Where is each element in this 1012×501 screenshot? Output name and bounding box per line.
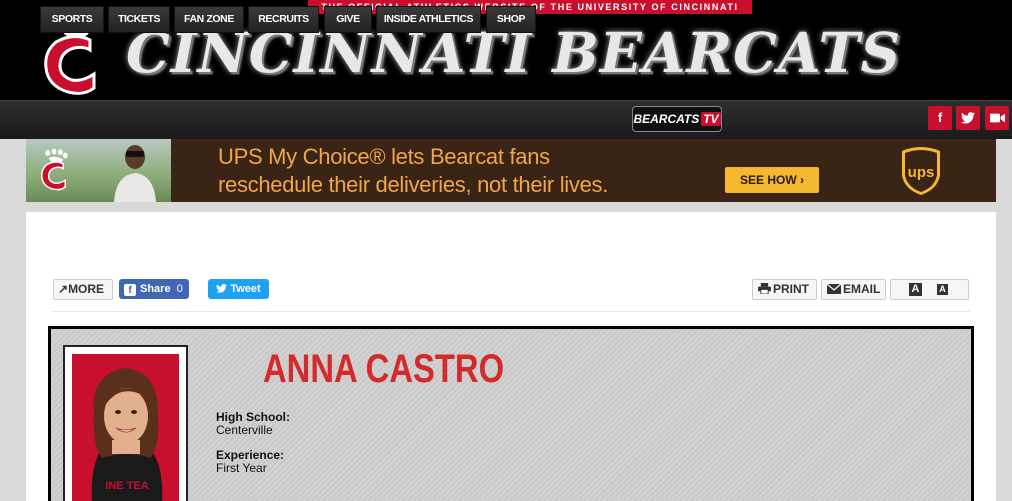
tv-label: TV	[701, 112, 721, 126]
nav-item-sports[interactable]: SPORTS	[40, 6, 104, 33]
envelope-icon	[826, 283, 842, 294]
main-nav	[0, 100, 1012, 139]
twitter-icon	[216, 283, 228, 293]
nav-item-inside-athletics[interactable]: INSIDE ATHLETICS	[376, 6, 481, 33]
high-school-label: High School:	[216, 410, 290, 424]
see-how-button[interactable]: SEE HOW ›	[725, 167, 819, 193]
share-arrow-icon: ↗	[58, 282, 69, 296]
toolbar-divider	[52, 311, 970, 312]
player-name: ANNA CASTRO	[263, 347, 505, 391]
email-button[interactable]: EMAIL	[821, 279, 886, 300]
player-photo: INE TEA	[72, 354, 179, 501]
player-photo-frame: INE TEA	[63, 345, 188, 501]
share-label: Share	[140, 283, 171, 295]
print-button[interactable]: PRINT	[752, 279, 817, 300]
nav-item-tickets[interactable]: TICKETS	[108, 6, 170, 33]
ad-c-logo-icon	[41, 148, 68, 191]
ad-line-1: UPS My Choice® lets Bearcat fans	[218, 144, 550, 169]
font-increase-button[interactable]: A	[909, 283, 922, 296]
high-school-value: Centerville	[216, 423, 273, 437]
bearcats-tv-label: BEARCATS	[633, 112, 700, 126]
ups-ad-banner[interactable]: UPS My Choice® lets Bearcat fans resched…	[26, 139, 996, 202]
print-label: PRINT	[773, 282, 809, 296]
more-button[interactable]: ↗MORE	[53, 279, 113, 300]
font-size-controls: A A	[890, 279, 969, 300]
twitter-icon[interactable]	[956, 106, 980, 130]
nav-item-recruits[interactable]: RECRUITS	[248, 6, 319, 33]
video-camera-icon[interactable]	[985, 106, 1009, 130]
font-decrease-button[interactable]: A	[937, 284, 948, 295]
nav-item-give[interactable]: GIVE	[324, 6, 372, 33]
nav-item-shop[interactable]: SHOP	[486, 6, 536, 33]
facebook-share-button[interactable]: f Share 0	[119, 279, 189, 299]
share-count: 0	[176, 283, 183, 295]
experience-label: Experience:	[216, 448, 285, 462]
ad-text: UPS My Choice® lets Bearcat fans resched…	[218, 143, 608, 199]
facebook-icon[interactable]: f	[928, 106, 952, 130]
tweet-button[interactable]: Tweet	[208, 279, 269, 299]
svg-text:ups: ups	[908, 164, 935, 181]
nav-item-fan-zone[interactable]: FAN ZONE	[174, 6, 244, 33]
svg-text:INE TEA: INE TEA	[105, 480, 148, 492]
email-label: EMAIL	[843, 282, 881, 296]
ad-line-2: reschedule their deliveries, not their l…	[218, 172, 609, 197]
ups-logo-icon: ups	[902, 147, 940, 195]
player-portrait-image: INE TEA	[72, 354, 179, 501]
tweet-label: Tweet	[230, 283, 261, 295]
ad-person-image	[114, 145, 156, 202]
bearcats-tv-logo[interactable]: BEARCATS TV	[632, 106, 722, 132]
more-label: MORE	[68, 282, 105, 296]
facebook-icon: f	[124, 284, 136, 296]
printer-icon	[758, 283, 771, 295]
roster-bio-card: INE TEA ANNA CASTRO High School: Centerv…	[48, 326, 974, 501]
experience-value: First Year	[216, 461, 267, 475]
